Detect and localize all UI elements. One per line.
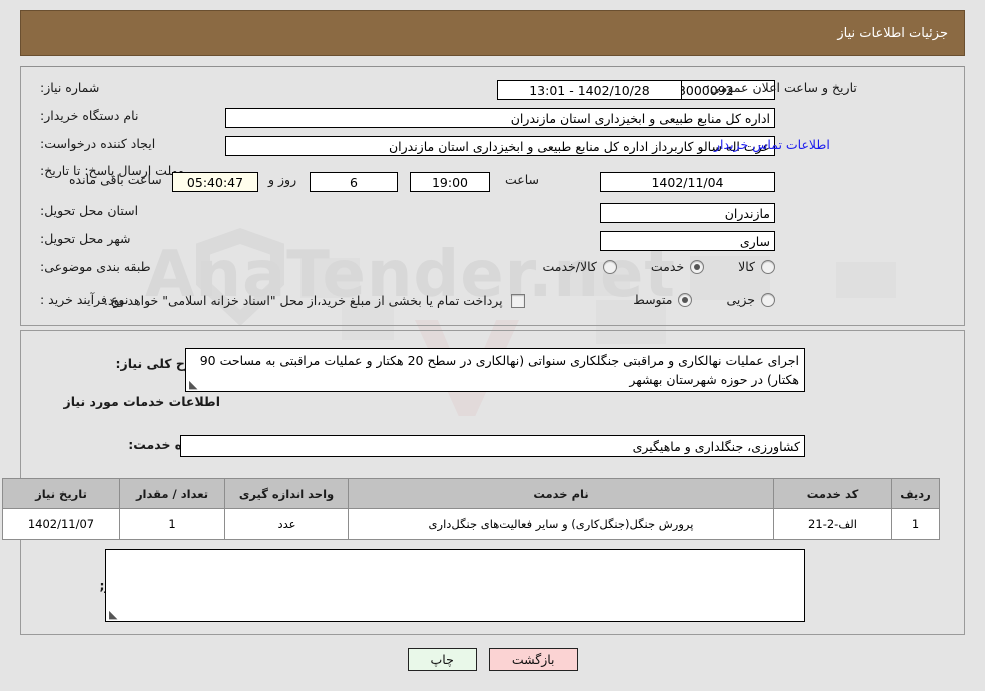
table-header-code: کد خدمت [773,478,892,509]
buyer-contact-link[interactable]: اطلاعات تماس خریدار [714,137,830,152]
radio-circle-jozei[interactable] [761,292,775,307]
description-textarea[interactable]: اجرای عملیات نهالکاری و مراقبتی جنگلکاری… [185,348,805,392]
deadline-date-wrap: 1402/11/04 [600,172,775,192]
table-header-date: تاریخ نیاز [2,478,120,509]
countdown-suffix-label: ساعت باقی مانده [69,172,162,187]
radio-option-kala[interactable]: کالا [738,259,775,274]
treasury-checkbox-row[interactable]: پرداخت تمام یا بخشی از مبلغ خرید،از محل … [104,293,525,308]
city-value[interactable]: ساری [600,231,775,251]
cell-qty: 1 [119,508,225,540]
deadline-time-wrap: 19:00 [410,172,490,192]
table-header-name: نام خدمت [348,478,774,509]
cell-unit: عدد [224,508,349,540]
description-value: اجرای عملیات نهالکاری و مراقبتی جنگلکاری… [199,353,799,387]
requester-field-wrap: عزت اله سالو کاربرداز اداره کل منابع طبی… [225,136,775,156]
radio-circle-kala-khedmat[interactable] [602,259,617,274]
days-and-label-wrap: روز و [263,172,301,187]
buyer-org-row: نام دستگاه خریدار: [34,108,215,123]
table-header-unit: واحد اندازه گیری [224,478,349,509]
province-row: استان محل تحویل: [34,203,215,218]
buyer-org-value[interactable]: اداره کل منابع طبیعی و ابخیزداری استان م… [225,108,775,128]
resize-grip-icon[interactable]: ◢ [189,378,199,391]
table-header-row: ردیف کد خدمت نام خدمت واحد اندازه گیری ت… [2,478,940,509]
announce-date-label: تاریخ و ساعت اعلان عمومی: [706,80,857,95]
city-field-wrap: ساری [600,231,775,251]
cell-date: 1402/11/07 [2,508,120,540]
services-table: ردیف کد خدمت نام خدمت واحد اندازه گیری ت… [2,478,940,540]
deadline-hour-wrap: ساعت [500,172,544,187]
services-table-wrap: ردیف کد خدمت نام خدمت واحد اندازه گیری ت… [2,478,940,540]
service-group-value[interactable]: کشاورزی، جنگلداری و ماهیگیری [180,435,805,457]
cell-name: پرورش جنگل(جنگل‌کاری) و سایر فعالیت‌های … [348,508,774,540]
days-remaining-wrap: 6 [310,172,398,192]
resize-grip-icon-notes[interactable]: ◢ [109,608,119,621]
radio-circle-motevaset[interactable] [678,292,693,307]
category-row: طبقه بندی موضوعی: [34,259,215,274]
deadline-time-value[interactable]: 19:00 [410,172,490,192]
category-label: طبقه بندی موضوعی: [40,259,151,274]
deadline-date-value[interactable]: 1402/11/04 [600,172,775,192]
window-titlebar: جزئیات اطلاعات نیاز [20,10,965,56]
requester-label: ایجاد کننده درخواست: [40,136,156,151]
buyer-notes-textarea[interactable]: ◢ [105,549,805,622]
buyer-org-field-wrap: اداره کل منابع طبیعی و ابخیزداری استان م… [225,108,775,128]
radio-option-khedmat[interactable]: خدمت [650,259,705,274]
action-buttons: بازگشت چاپ [0,648,985,671]
radio-label-khedmat: خدمت [650,259,685,274]
buyer-contact-link-wrap: اطلاعات تماس خریدار [714,137,830,152]
days-remaining-value[interactable]: 6 [310,172,398,192]
requester-value[interactable]: عزت اله سالو کاربرداز اداره کل منابع طبی… [225,136,775,156]
need-number-row: شماره نیاز: [34,80,215,95]
province-value[interactable]: مازندران [600,203,775,223]
category-radio-group: کالا خدمت کالا/خدمت [508,259,775,274]
countdown-wrap: 05:40:47 [172,172,258,192]
city-label: شهر محل تحویل: [40,231,131,246]
radio-label-kala: کالا [738,259,755,274]
announce-label-wrap: تاریخ و ساعت اعلان عمومی: [700,80,857,95]
table-header-index: ردیف [891,478,940,509]
days-and-label: روز و [268,172,297,187]
services-section-heading: اطلاعات خدمات مورد نیاز [63,394,221,409]
table-header-qty: تعداد / مقدار [119,478,225,509]
buyer-org-label: نام دستگاه خریدار: [40,108,139,123]
print-button[interactable]: چاپ [407,648,477,671]
radio-label-jozei: جزیی [726,292,755,307]
radio-label-motevaset: متوسط [633,292,673,307]
need-number-label: شماره نیاز: [40,80,100,95]
radio-option-kala-khedmat[interactable]: کالا/خدمت [542,259,617,274]
page-root: AnaTender.net جزئیات اطلاعات نیاز شماره … [0,0,985,691]
cell-index: 1 [891,508,940,540]
province-label: استان محل تحویل: [40,203,139,218]
countdown-suffix-wrap: ساعت باقی مانده [64,172,167,187]
radio-option-jozei[interactable]: جزیی [726,292,775,307]
radio-option-motevaset[interactable]: متوسط [633,292,693,307]
hour-label: ساعت [505,172,540,187]
radio-circle-khedmat[interactable] [690,259,705,274]
cell-code: الف-2-21 [773,508,892,540]
back-button[interactable]: بازگشت [488,648,578,671]
radio-circle-kala[interactable] [761,259,775,274]
city-row: شهر محل تحویل: [34,231,215,246]
need-info-panel [20,66,965,326]
treasury-checkbox[interactable] [510,293,525,308]
requester-row: ایجاد کننده درخواست: [34,136,215,151]
announce-date-value[interactable]: 13:01 - 1402/10/28 [497,80,682,100]
table-row: 1 الف-2-21 پرورش جنگل(جنگل‌کاری) و سایر … [2,508,940,540]
countdown-value: 05:40:47 [172,172,258,192]
announce-field-wrap: 13:01 - 1402/10/28 [497,80,682,100]
service-group-field-wrap: کشاورزی، جنگلداری و ماهیگیری [180,435,805,457]
page-title: جزئیات اطلاعات نیاز [837,25,948,41]
province-field-wrap: مازندران [600,203,775,223]
radio-label-kala-khedmat: کالا/خدمت [542,259,597,274]
treasury-checkbox-label: پرداخت تمام یا بخشی از مبلغ خرید،از محل … [104,293,503,308]
process-radio-group: جزیی متوسط [599,292,775,307]
